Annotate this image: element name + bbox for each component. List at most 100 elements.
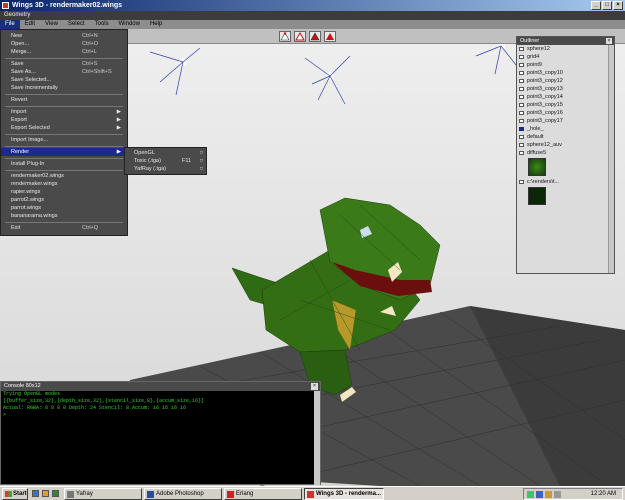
outliner-close-button[interactable]: ×	[606, 38, 612, 44]
browser-icon[interactable]	[42, 490, 49, 497]
file-menu-item-save-selected[interactable]: Save Selected...	[1, 76, 127, 84]
render-option-opengl[interactable]: OpenGL □	[125, 149, 206, 157]
console-window: Console 80x12 × Trying OpenGL modes [{bu…	[0, 381, 321, 485]
outliner-title-bar[interactable]: Outliner ×	[517, 37, 614, 45]
point-light-2[interactable]	[304, 55, 351, 105]
object-icon	[519, 47, 524, 51]
menu-select[interactable]: Select	[63, 20, 90, 29]
menu-edit[interactable]: Edit	[20, 20, 40, 29]
outliner-item[interactable]: point3_copy15	[517, 101, 614, 109]
outliner-item-label: sphere12	[527, 46, 550, 52]
photoshop-icon	[147, 491, 154, 498]
file-menu-item-import-image[interactable]: Import Image...	[1, 136, 127, 144]
file-menu-item-export-selected[interactable]: Export Selected ▶	[1, 124, 127, 132]
menu-shortcut: Ctrl+Q	[82, 225, 99, 231]
task-photoshop[interactable]: Adobe Photoshop	[144, 488, 222, 500]
edge-mode-button[interactable]	[294, 31, 306, 42]
vertex-mode-button[interactable]	[279, 31, 291, 42]
geometry-window-title: Geometry	[0, 11, 625, 20]
outliner-item-label: default	[527, 134, 544, 140]
face-mode-button[interactable]	[309, 31, 321, 42]
outliner-scrollbar[interactable]	[608, 45, 614, 273]
console-close-button[interactable]: ×	[311, 383, 318, 390]
console-scrollbar[interactable]	[314, 391, 320, 485]
outliner-item-label: point3_copy12	[527, 78, 563, 84]
task-erlang[interactable]: Erlang	[224, 488, 302, 500]
task-yafray[interactable]: Yafray	[64, 488, 142, 500]
file-menu-item-new[interactable]: New Ctrl+N	[1, 32, 127, 40]
file-menu-item-export[interactable]: Export ▶	[1, 116, 127, 124]
wings-app-icon[interactable]	[2, 2, 9, 9]
console-title-bar[interactable]: Console 80x12 ×	[1, 382, 320, 391]
show-desktop-icon[interactable]	[32, 490, 39, 497]
outliner-item[interactable]: sphere12	[517, 45, 614, 53]
maximize-button[interactable]: □	[602, 1, 612, 10]
file-menu-item-save-incrementally[interactable]: Save Incrementally	[1, 84, 127, 92]
tray-icon[interactable]	[545, 491, 552, 498]
menu-window[interactable]: Window	[114, 20, 145, 29]
tray-icon[interactable]	[527, 491, 534, 498]
file-menu-item-exit[interactable]: Exit Ctrl+Q	[1, 224, 127, 232]
option-box-icon[interactable]: □	[200, 157, 203, 165]
menu-item-label: Merge...	[11, 49, 32, 55]
task-wings3d[interactable]: Wings 3D - renderma...	[304, 488, 384, 500]
outliner-item[interactable]: point3_copy16	[517, 109, 614, 117]
file-menu-item-rendermaker-wings[interactable]: rendermaker.wings	[1, 180, 127, 188]
file-menu-item-bananarama-wings[interactable]: bananarama.wings	[1, 212, 127, 220]
file-menu-item-save[interactable]: Save Ctrl+S	[1, 60, 127, 68]
point-light-1[interactable]	[149, 47, 201, 96]
file-menu-item-rendermaker02-wings[interactable]: rendermaker02.wings	[1, 172, 127, 180]
menu-help[interactable]: Help	[145, 20, 167, 29]
menu-file[interactable]: File	[0, 20, 20, 29]
option-box-icon[interactable]: □	[200, 149, 203, 157]
console-prompt[interactable]: >	[1, 412, 320, 419]
file-menu-item-merge[interactable]: Merge... Ctrl+L	[1, 48, 127, 56]
menu-view[interactable]: View	[40, 20, 63, 29]
submenu-arrow-icon: ▶	[116, 117, 121, 123]
minimize-button[interactable]: _	[591, 1, 601, 10]
start-button[interactable]: Start	[2, 488, 28, 500]
outliner-item-label: sphere12_auv	[527, 142, 562, 148]
outliner-item[interactable]: point9	[517, 61, 614, 69]
outliner-item[interactable]: point3_copy10	[517, 69, 614, 77]
volume-icon[interactable]	[554, 491, 561, 498]
close-button[interactable]: ×	[613, 1, 623, 10]
outliner-item[interactable]: c:\renders\t...	[517, 178, 614, 186]
tray-icon[interactable]	[536, 491, 543, 498]
outliner-item[interactable]: point3_copy12	[517, 77, 614, 85]
object-icon	[519, 71, 524, 75]
body-mode-button[interactable]	[324, 31, 336, 42]
file-menu-item-rapier-wings[interactable]: rapier.wings	[1, 188, 127, 196]
render-option-yafray-tga[interactable]: YafRay (.tga) □	[125, 165, 206, 173]
file-menu-item-parrot-wings[interactable]: parrot.wings	[1, 204, 127, 212]
menu-shortcut: Ctrl+Shift+S	[82, 69, 112, 75]
system-tray: 12:20 AM	[523, 488, 623, 500]
outliner-item[interactable]: _hole_	[517, 125, 614, 133]
menu-tools[interactable]: Tools	[90, 20, 114, 29]
outliner-item[interactable]: point3_copy17	[517, 117, 614, 125]
task-label: Erlang	[236, 491, 254, 497]
file-menu-item-open[interactable]: Open... Ctrl+O	[1, 40, 127, 48]
texture-thumbnail[interactable]	[528, 187, 546, 205]
outliner-item[interactable]: point3_copy13	[517, 85, 614, 93]
file-menu-item-parrot2-wings[interactable]: parrot2.wings	[1, 196, 127, 204]
outliner-item[interactable]: default	[517, 133, 614, 141]
file-menu-item-install-plug-in[interactable]: Install Plug-In	[1, 160, 127, 168]
menu-item-label: rendermaker.wings	[11, 181, 58, 187]
outliner-item[interactable]: diffuse5	[517, 149, 614, 157]
object-icon	[519, 119, 524, 123]
outliner-item[interactable]: grid4	[517, 53, 614, 61]
file-menu-item-render[interactable]: Render ▶	[1, 148, 127, 156]
file-menu-item-import[interactable]: Import ▶	[1, 108, 127, 116]
render-option-toxic-tga[interactable]: Toxic (.tga) F11 □	[125, 157, 206, 165]
option-box-icon[interactable]: □	[200, 165, 203, 173]
outliner-item-label: point3_copy16	[527, 110, 563, 116]
point-light-3[interactable]	[475, 44, 521, 75]
file-menu-item-save-as[interactable]: Save As... Ctrl+Shift+S	[1, 68, 127, 76]
file-menu-item-revert[interactable]: Revert	[1, 96, 127, 104]
quicklaunch-icon[interactable]	[52, 490, 59, 497]
texture-thumbnail[interactable]	[528, 158, 546, 176]
outliner-item[interactable]: sphere12_auv	[517, 141, 614, 149]
menu-shortcut: Ctrl+S	[82, 61, 98, 67]
outliner-item[interactable]: point3_copy14	[517, 93, 614, 101]
